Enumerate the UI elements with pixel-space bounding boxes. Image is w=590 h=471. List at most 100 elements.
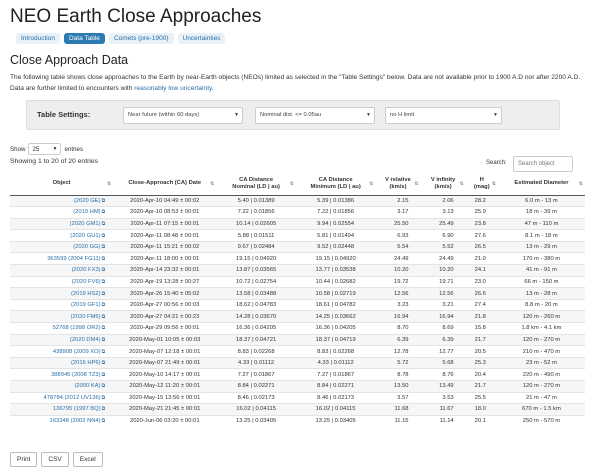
object-link[interactable]: (2000 KA): [74, 383, 100, 389]
object-link[interactable]: (2020 GU1): [70, 233, 100, 239]
col-ca-minimum[interactable]: CA Distance Minimum (LD | au) ⇅: [295, 173, 376, 196]
col-diameter[interactable]: Estimated Diameter ⇅: [497, 173, 585, 196]
tab-data-table[interactable]: Data Table: [63, 33, 105, 44]
cell-vrel: 24.49: [375, 252, 421, 265]
object-link[interactable]: (2019 HM): [73, 209, 100, 215]
cell-h: 20.4: [465, 368, 498, 381]
object-link[interactable]: 363599 (2004 FG11): [47, 256, 100, 262]
table-row: 52768 (1998 OR2)⧉ 2020-Apr-29 09:56 ± 00:…: [10, 322, 585, 335]
cell-h: 25.3: [465, 356, 498, 369]
cell-object: (2019 GF1)⧉: [10, 298, 114, 311]
object-link[interactable]: (2020 DM4): [70, 337, 101, 343]
cell-ca-nom: 13.87 | 0.03565: [216, 264, 296, 277]
table-settings-label: Table Settings:: [37, 110, 91, 119]
cell-object: (2019 HM)⧉: [10, 206, 114, 219]
object-link[interactable]: 163348 (2002 NN4): [50, 418, 101, 424]
table-row: (2019 HM)⧉ 2020-Apr-10 08:53 ± 00:01 7.22 …: [10, 206, 585, 219]
cell-ca-nom: 18.62 | 0.04783: [216, 298, 296, 311]
cell-diam: 66 m - 150 m: [497, 275, 585, 288]
cell-ca-nom: 18.37 | 0.04721: [216, 333, 296, 346]
search-input[interactable]: Search object: [513, 156, 573, 172]
cell-vrel: 12.78: [375, 345, 421, 358]
cell-date: 2020-Apr-11 15:21 ± 00:02: [113, 240, 217, 253]
cell-vinf: 12.56: [420, 287, 466, 300]
cell-object: 388945 (2008 TZ3)⧉: [10, 368, 114, 381]
cell-date: 2020-Apr-11 08:48 ± 00:01: [113, 229, 217, 242]
excel-button[interactable]: Excel: [72, 452, 103, 467]
table-row: 363599 (2004 FG11)⧉ 2020-Apr-11 18:00 ± 0…: [10, 252, 585, 265]
cell-vinf: 19.71: [420, 275, 466, 288]
cell-vinf: 3.21: [420, 298, 466, 311]
cell-date: 2020-Apr-10 04:49 ± 00:02: [113, 194, 217, 207]
cell-h: 27.6: [465, 229, 498, 242]
cell-object: (2019 HS2)⧉: [10, 287, 114, 300]
object-link[interactable]: (2016 HP6): [71, 360, 101, 366]
cell-vrel: 3.23: [375, 298, 421, 311]
sort-icon: ⇅: [414, 181, 419, 187]
distance-select[interactable]: Nominal dist. <= 0.05au ▼: [255, 107, 375, 124]
external-link-icon: ⧉: [101, 232, 106, 239]
cell-ca-nom: 8.46 | 0.02173: [216, 391, 296, 404]
cell-ca-nom: 13.58 | 0.03488: [216, 287, 296, 300]
object-link[interactable]: (2020 GM1): [70, 221, 101, 227]
object-link[interactable]: (2020 FV6): [72, 279, 101, 285]
col-date[interactable]: Close-Approach (CA) Date ⇅: [113, 173, 217, 196]
object-link[interactable]: 136795 (1997 BQ): [53, 406, 101, 412]
cell-object: (2016 HP6)⧉: [10, 356, 114, 369]
table-row: (2020 DM4)⧉ 2020-May-01 10:05 ± 00:03 18.3…: [10, 333, 585, 346]
col-v-infinity[interactable]: V infinity (km/s) ⇅: [420, 173, 466, 196]
cell-object: 163348 (2002 NN4)⧉: [10, 414, 114, 427]
cell-h: 15.8: [465, 322, 498, 335]
col-ca-nominal[interactable]: CA Distance Nominal (LD | au) ⇅: [216, 173, 296, 196]
object-link[interactable]: 478784 (2012 UV136): [44, 395, 101, 401]
cell-date: 2020-Apr-11 18:00 ± 00:01: [113, 252, 217, 265]
cell-vinf: 25.49: [420, 217, 466, 230]
cell-ca-nom: 13.25 | 0.03405: [216, 414, 296, 427]
object-link[interactable]: 52768 (1998 OR2): [53, 325, 101, 331]
cell-object: 363599 (2004 FG11)⧉: [10, 252, 114, 265]
page-length-select[interactable]: 25 ▼: [28, 143, 62, 155]
cell-vinf: 11.67: [420, 403, 466, 416]
cell-object: (2000 KA)⧉: [10, 380, 114, 393]
cell-vrel: 8.70: [375, 322, 421, 335]
object-link[interactable]: (2020 FX3): [72, 267, 101, 273]
print-button[interactable]: Print: [10, 452, 38, 467]
cell-ca-nom: 7.27 | 0.01867: [216, 368, 296, 381]
col-h[interactable]: H (mag) ⇅: [465, 173, 498, 196]
cell-object: (2020 GM1)⧉: [10, 217, 114, 230]
cell-vinf: 3.53: [420, 391, 466, 404]
external-link-icon: ⧉: [101, 244, 106, 251]
cell-h: 20.1: [465, 414, 498, 427]
object-link[interactable]: 388945 (2008 TZ3): [51, 372, 101, 378]
cell-diam: 8.8 m - 20 m: [497, 298, 585, 311]
cell-diam: 1.8 km - 4.1 km: [497, 322, 585, 335]
sort-icon: ⇅: [459, 181, 464, 187]
object-link[interactable]: (2020 FM6): [71, 314, 101, 320]
sort-icon: ⇅: [106, 181, 112, 187]
cell-ca-nom: 8.84 | 0.02271: [216, 380, 296, 393]
cell-object: (2020 FM6)⧉: [10, 310, 114, 323]
object-link[interactable]: (2020 GE): [74, 198, 101, 204]
cell-diam: 6.0 m - 13 m: [497, 194, 585, 207]
cell-object: 52768 (1998 OR2)⧉: [10, 322, 114, 335]
cell-vrel: 2.15: [375, 194, 421, 207]
csv-button[interactable]: CSV: [41, 452, 69, 467]
object-link[interactable]: 438908 (2009 XO): [53, 349, 101, 355]
object-link[interactable]: (2019 GF1): [71, 302, 101, 308]
col-object[interactable]: Object ⇅: [10, 173, 114, 196]
table-row: 163348 (2002 NN4)⧉ 2020-Jun-06 03:20 ± 00…: [10, 414, 585, 427]
cell-date: 2020-May-21 21:45 ± 00:01: [113, 403, 217, 416]
tab-comets[interactable]: Comets (pre-1900): [108, 33, 174, 44]
time-range-select[interactable]: Near future (within 60 days) ▼: [123, 107, 243, 124]
uncertainty-link[interactable]: reasonably low uncertainty: [134, 85, 212, 92]
h-limit-select[interactable]: no H limit ▼: [385, 107, 502, 124]
cell-object: (2020 GG)⧉: [10, 240, 114, 253]
col-v-relative[interactable]: V relative (km/s) ⇅: [375, 173, 421, 196]
cell-vrel: 5.72: [375, 356, 421, 369]
cell-object: 136795 (1997 BQ)⧉: [10, 403, 114, 416]
cell-object: (2020 GE)⧉: [10, 194, 114, 207]
tab-introduction[interactable]: Introduction: [16, 33, 60, 44]
object-link[interactable]: (2019 HS2): [71, 291, 101, 297]
object-link[interactable]: (2020 GG): [73, 244, 100, 250]
tab-uncertainties[interactable]: Uncertainties: [177, 33, 226, 44]
